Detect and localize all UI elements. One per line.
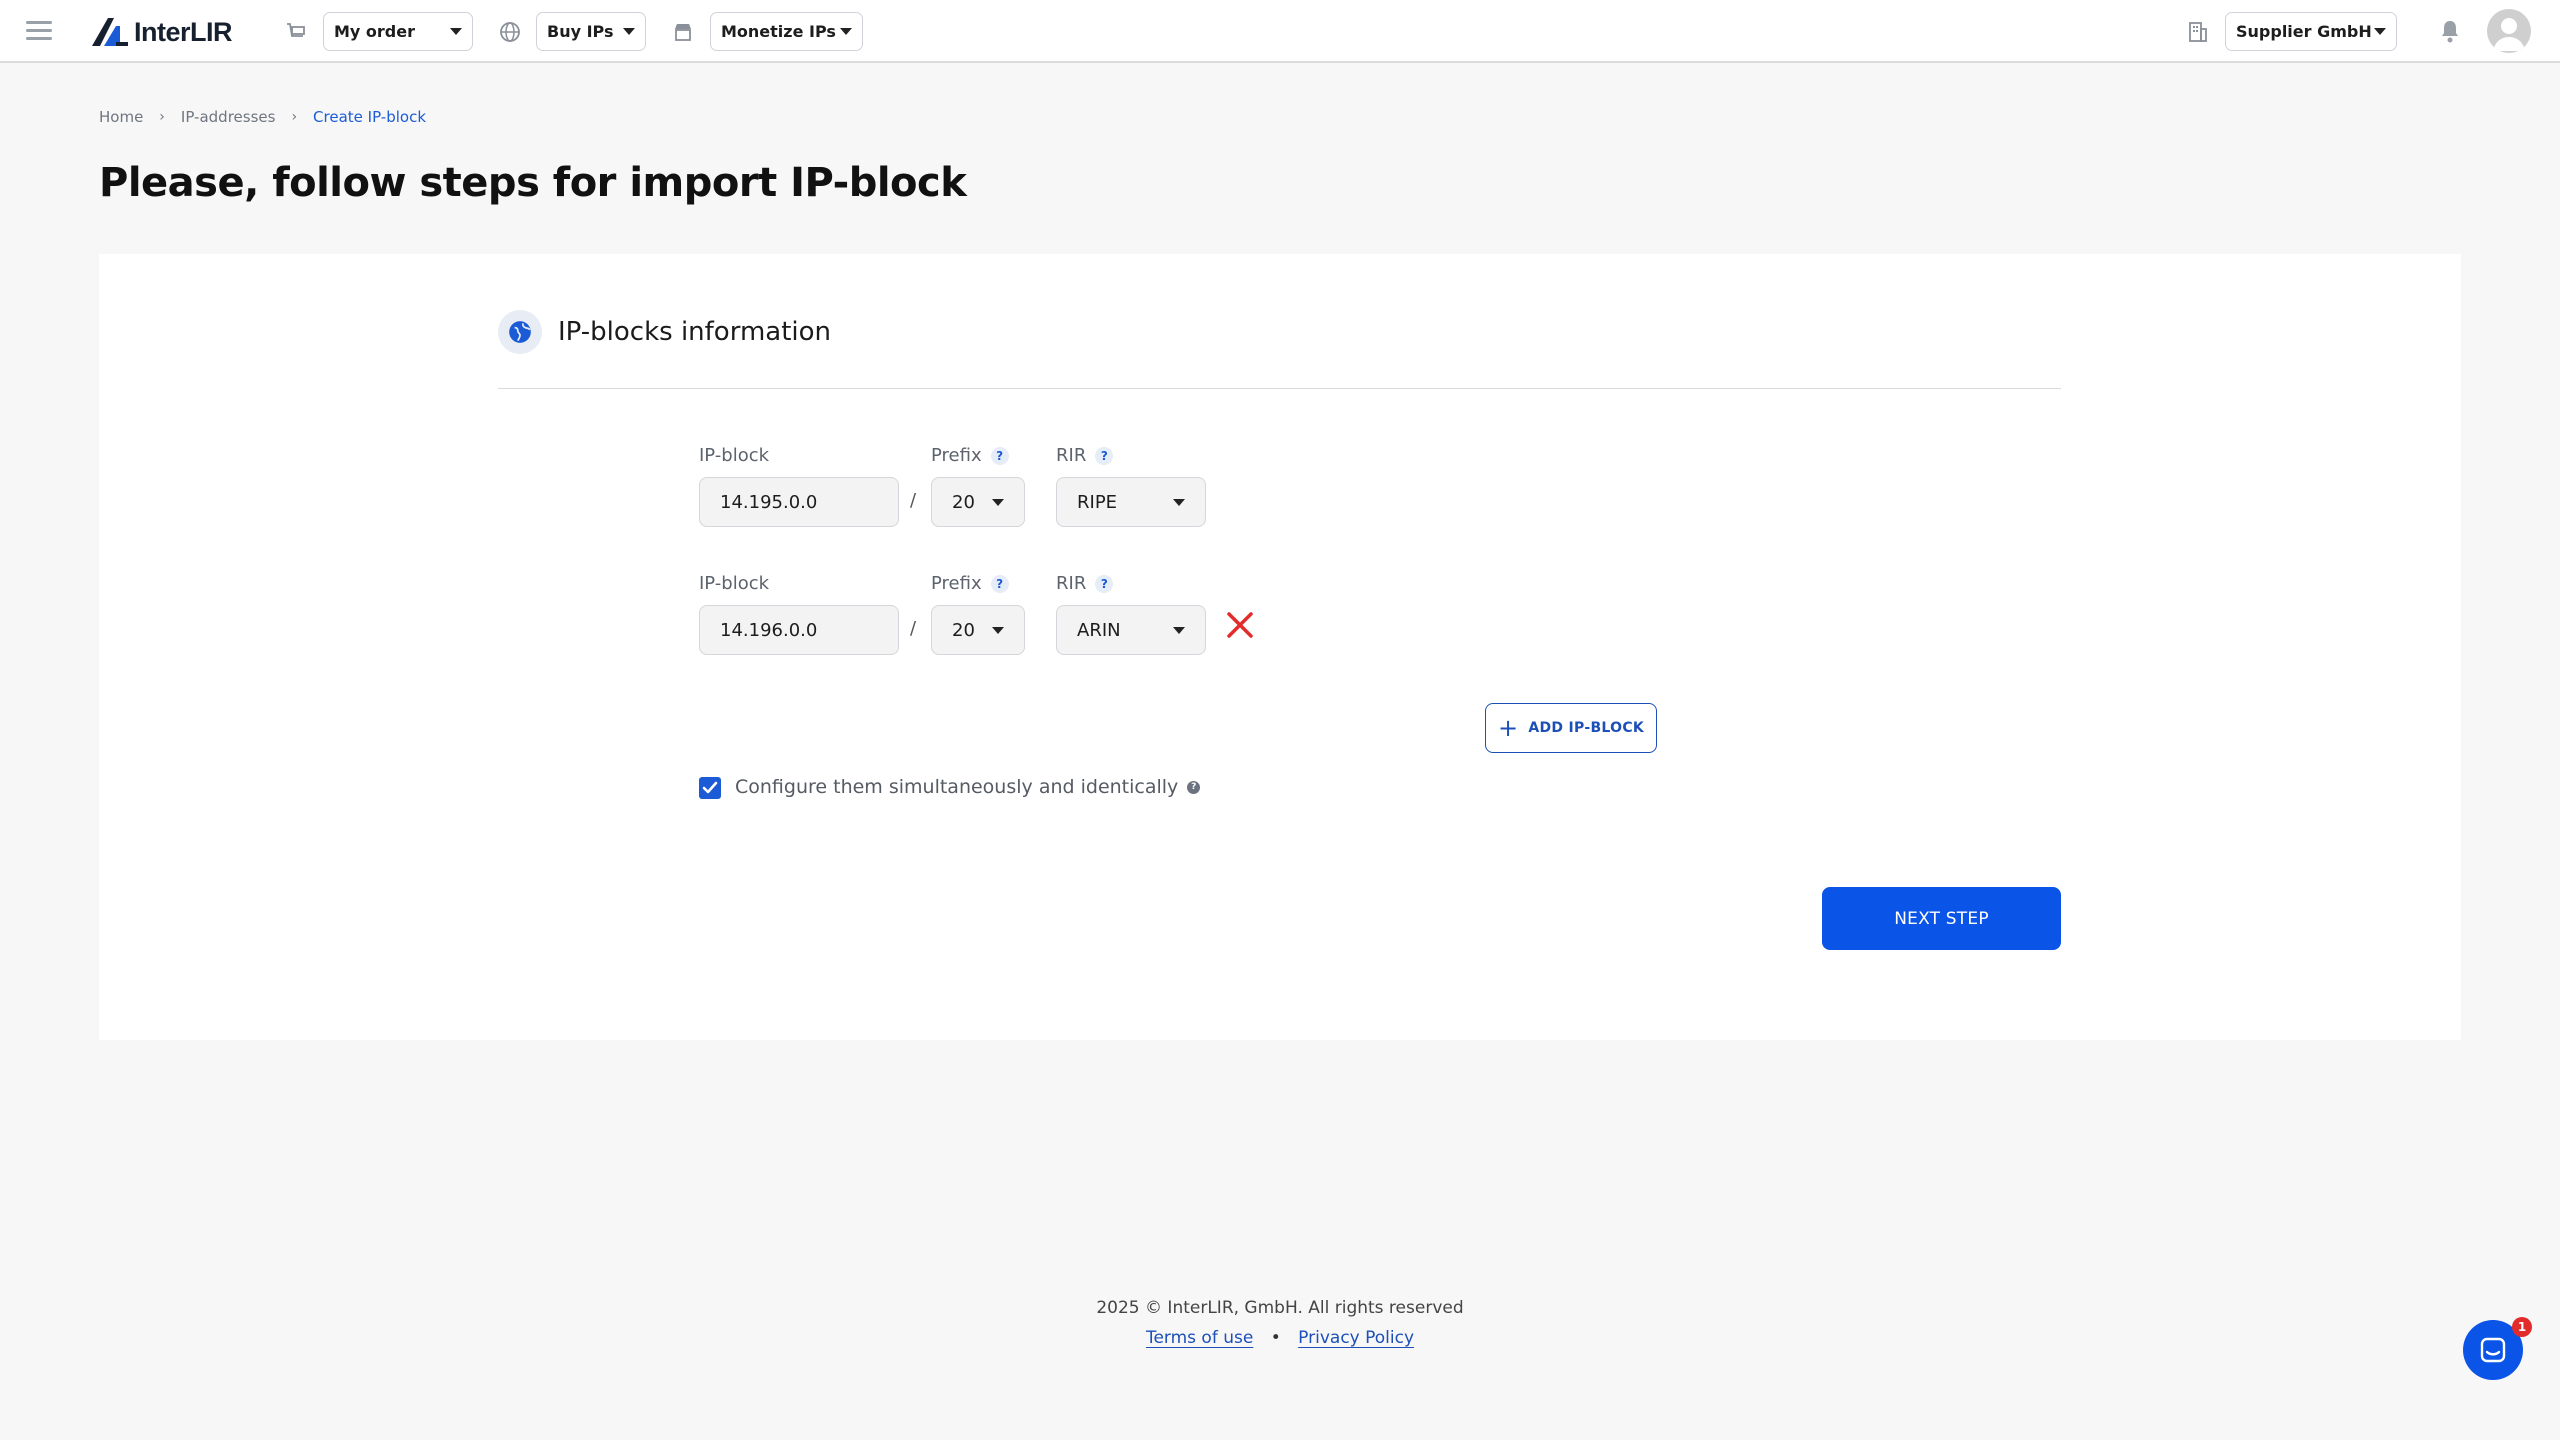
chevron-down-icon [992, 498, 1004, 506]
chevron-down-icon [992, 626, 1004, 634]
prefix-value-1: 20 [952, 491, 975, 513]
store-icon [675, 24, 691, 41]
top-navbar: InterLIR My order Buy IPs Monetize IPs S… [0, 0, 2560, 63]
interlir-logo-icon [92, 18, 128, 46]
prefix-label-text: Prefix [931, 573, 982, 594]
rir-help-icon[interactable]: ? [1095, 574, 1114, 593]
footer-links: Terms of use • Privacy Policy [0, 1328, 2560, 1348]
chevron-right-icon: › [159, 109, 165, 125]
remove-ip-block-icon[interactable] [1224, 609, 1256, 641]
prefix-help-icon[interactable]: ? [990, 574, 1009, 593]
configure-label[interactable]: Configure them simultaneously and identi… [735, 776, 1201, 798]
prefix-label-text: Prefix [931, 445, 982, 466]
monetize-ips-dropdown[interactable]: Monetize IPs [710, 12, 863, 51]
rir-help-icon[interactable]: ? [1095, 446, 1114, 465]
prefix-separator: / [910, 618, 917, 639]
user-icon [2493, 18, 2525, 51]
building-icon [2189, 22, 2207, 42]
rir-label-text: RIR [1056, 573, 1087, 594]
section-title: IP-blocks information [558, 317, 832, 347]
add-ip-block-label: ADD IP-BLOCK [1528, 720, 1645, 736]
buy-ips-dropdown[interactable]: Buy IPs [536, 12, 646, 51]
configure-checkbox[interactable] [699, 777, 721, 799]
privacy-policy-link[interactable]: Privacy Policy [1298, 1328, 1414, 1348]
globe-icon [500, 22, 520, 42]
ip-block-input-1[interactable] [699, 477, 899, 527]
section-header: IP-blocks information [498, 310, 831, 354]
rir-value-2: ARIN [1077, 619, 1121, 641]
my-order-dropdown[interactable]: My order [323, 12, 473, 51]
user-avatar[interactable] [2487, 9, 2531, 53]
chat-icon [2480, 1337, 2506, 1363]
footer-copyright: 2025 © InterLIR, GmbH. All rights reserv… [1096, 1298, 1464, 1318]
chevron-down-icon [1173, 626, 1185, 634]
info-icon[interactable]: ? [1187, 780, 1201, 794]
configure-label-text: Configure them simultaneously and identi… [735, 776, 1179, 798]
brand-logo[interactable]: InterLIR [90, 15, 233, 49]
breadcrumb-create-ip-block: Create IP-block [313, 108, 427, 126]
company-label: Supplier GmbH [2236, 22, 2372, 41]
plus-icon: + [1497, 714, 1519, 742]
rir-select-1[interactable]: RIPE [1056, 477, 1206, 527]
globe-badge [498, 310, 542, 354]
rir-label: RIR ? [1056, 573, 1114, 594]
cart-icon [287, 23, 305, 37]
company-dropdown[interactable]: Supplier GmbH [2225, 12, 2397, 51]
prefix-label: Prefix ? [931, 573, 1009, 594]
buy-ips-label: Buy IPs [547, 22, 614, 41]
chevron-down-icon [1173, 498, 1185, 506]
add-ip-block-button[interactable]: + ADD IP-BLOCK [1485, 703, 1657, 753]
notification-bell-icon[interactable] [2438, 18, 2462, 44]
chevron-down-icon [450, 28, 462, 35]
ip-block-form-card: IP-blocks information IP-block Prefix ? … [99, 254, 2461, 1040]
next-step-button[interactable]: NEXT STEP [1822, 887, 2061, 950]
brand-name: InterLIR [134, 16, 233, 47]
terms-of-use-link[interactable]: Terms of use [1146, 1328, 1253, 1348]
ip-block-label: IP-block [699, 573, 769, 594]
breadcrumb-home[interactable]: Home [99, 108, 143, 126]
breadcrumb-ip-addresses[interactable]: IP-addresses [181, 108, 276, 126]
rir-label-text: RIR [1056, 445, 1087, 466]
breadcrumb: Home › IP-addresses › Create IP-block [99, 108, 426, 126]
monetize-ips-label: Monetize IPs [721, 22, 836, 41]
prefix-select-2[interactable]: 20 [931, 605, 1025, 655]
chat-unread-badge: 1 [2512, 1317, 2532, 1337]
rir-select-2[interactable]: ARIN [1056, 605, 1206, 655]
prefix-help-icon[interactable]: ? [990, 446, 1009, 465]
footer-bullet: • [1270, 1328, 1281, 1348]
prefix-separator: / [910, 490, 917, 511]
chevron-down-icon [840, 28, 852, 35]
prefix-value-2: 20 [952, 619, 975, 641]
rir-value-1: RIPE [1077, 491, 1118, 513]
prefix-select-1[interactable]: 20 [931, 477, 1025, 527]
section-divider [498, 388, 2061, 389]
prefix-label: Prefix ? [931, 445, 1009, 466]
ip-block-input-2[interactable] [699, 605, 899, 655]
rir-label: RIR ? [1056, 445, 1114, 466]
ip-block-label: IP-block [699, 445, 769, 466]
globe-icon [509, 321, 531, 343]
chevron-down-icon [623, 28, 635, 35]
ip-block-label-text: IP-block [699, 445, 770, 466]
checkmark-icon [702, 781, 718, 794]
page-title: Please, follow steps for import IP-block [99, 160, 967, 206]
ip-block-label-text: IP-block [699, 573, 770, 594]
menu-icon[interactable] [26, 21, 52, 41]
chevron-right-icon: › [291, 109, 298, 125]
chevron-down-icon [2374, 28, 2386, 35]
my-order-label: My order [334, 22, 415, 41]
